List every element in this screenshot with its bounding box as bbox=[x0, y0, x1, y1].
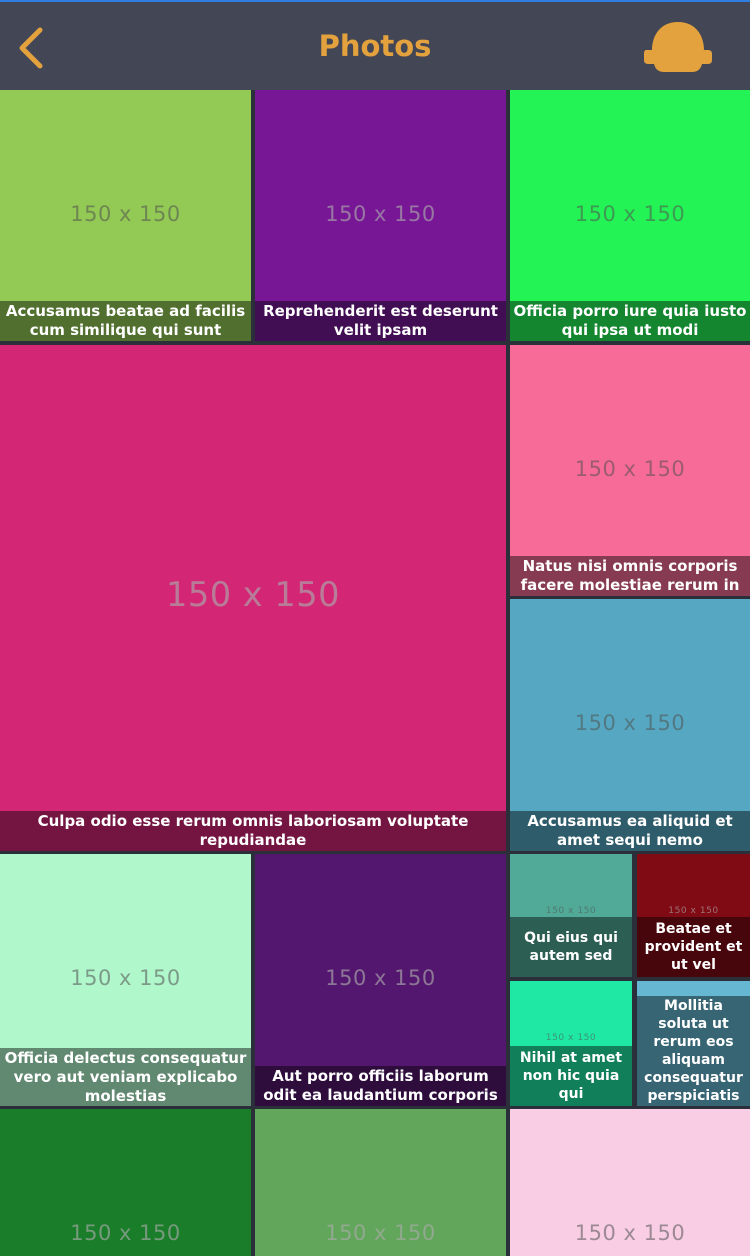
photos-screen: Photos 150 x 150 Accusamus beatae ad faci… bbox=[0, 0, 750, 1256]
photo-tile[interactable]: 150 x 150 Beatae et provident et ut vel bbox=[637, 854, 750, 977]
placeholder-label: 150 x 150 bbox=[325, 966, 436, 990]
placeholder-label: 150 x 150 bbox=[545, 1033, 597, 1043]
placeholder-label: 150 x 150 bbox=[574, 202, 686, 226]
photo-tile[interactable]: 150 x 150 Officia porro iure quia iusto q… bbox=[510, 90, 750, 341]
photo-tile[interactable]: 150 x 150 bbox=[0, 1109, 251, 1256]
photo-tile[interactable]: 150 x 150 Nihil at amet non hic quia qui bbox=[510, 981, 632, 1106]
photo-tile[interactable]: 150 x 150 Qui eius qui autem sed bbox=[510, 854, 632, 977]
photo-caption: Accusamus beatae ad facilis cum similiqu… bbox=[0, 301, 251, 341]
photo-caption: Culpa odio esse rerum omnis laboriosam v… bbox=[0, 811, 506, 851]
photo-tile[interactable]: 150 x 150 Accusamus ea aliquid et amet se… bbox=[510, 599, 750, 851]
photo-caption: Officia porro iure quia iusto qui ipsa u… bbox=[510, 301, 750, 341]
nav-bar: Photos bbox=[0, 2, 750, 90]
photo-caption: Officia delectus consequatur vero aut ve… bbox=[0, 1048, 251, 1106]
photo-tile[interactable]: 150 x 150 Culpa odio esse rerum omnis lab… bbox=[0, 345, 506, 851]
avatar-icon bbox=[644, 22, 712, 72]
photo-caption: Reprehenderit est deserunt velit ipsam bbox=[255, 301, 506, 341]
placeholder-label: 150 x 150 bbox=[166, 575, 340, 614]
page-title: Photos bbox=[318, 29, 432, 63]
photo-tile[interactable]: 150 x 150 Natus nisi omnis corporis facer… bbox=[510, 345, 750, 596]
photo-caption: Natus nisi omnis corporis facere molesti… bbox=[510, 556, 750, 596]
placeholder-label: 150 x 150 bbox=[574, 457, 686, 481]
placeholder-label: 150 x 150 bbox=[325, 1221, 436, 1245]
photo-tile[interactable]: 150 x 150 Officia delectus consequatur ve… bbox=[0, 854, 251, 1106]
photo-tile[interactable]: 150 x 150 Accusamus beatae ad facilis cum… bbox=[0, 90, 251, 341]
photo-tile[interactable]: 150 x 150Mollitia soluta ut rerum eos al… bbox=[637, 981, 750, 1106]
placeholder-label: 150 x 150 bbox=[545, 906, 597, 916]
placeholder-label: 150 x 150 bbox=[70, 202, 181, 226]
photo-caption: Accusamus ea aliquid et amet sequi nemo bbox=[510, 811, 750, 851]
photo-tile[interactable]: 150 x 150 bbox=[255, 1109, 506, 1256]
photo-caption: Aut porro officiis laborum odit ea lauda… bbox=[255, 1066, 506, 1106]
photo-caption: Beatae et provident et ut vel bbox=[637, 917, 750, 977]
avatar-button[interactable] bbox=[640, 16, 716, 78]
placeholder-label: 150 x 150 bbox=[325, 202, 436, 226]
placeholder-label: 150 x 150 bbox=[70, 1221, 181, 1245]
photo-tile[interactable]: 150 x 150 Aut porro officiis laborum odit… bbox=[255, 854, 506, 1106]
photo-caption: Nihil at amet non hic quia qui bbox=[510, 1046, 632, 1106]
placeholder-label: 150 x 150 bbox=[574, 1221, 686, 1245]
photo-caption: Qui eius qui autem sed bbox=[510, 917, 632, 977]
placeholder-label: 150 x 150 bbox=[668, 906, 719, 916]
photo-grid: 150 x 150 Accusamus beatae ad facilis cum… bbox=[0, 90, 750, 1256]
photo-caption: Mollitia soluta ut rerum eos aliquam con… bbox=[637, 996, 750, 1106]
photo-tile[interactable]: 150 x 150 Reprehenderit est deserunt veli… bbox=[255, 90, 506, 341]
placeholder-label: 150 x 150 bbox=[70, 966, 181, 990]
placeholder-label: 150 x 150 bbox=[574, 711, 686, 735]
photo-tile[interactable]: 150 x 150 bbox=[510, 1109, 750, 1256]
